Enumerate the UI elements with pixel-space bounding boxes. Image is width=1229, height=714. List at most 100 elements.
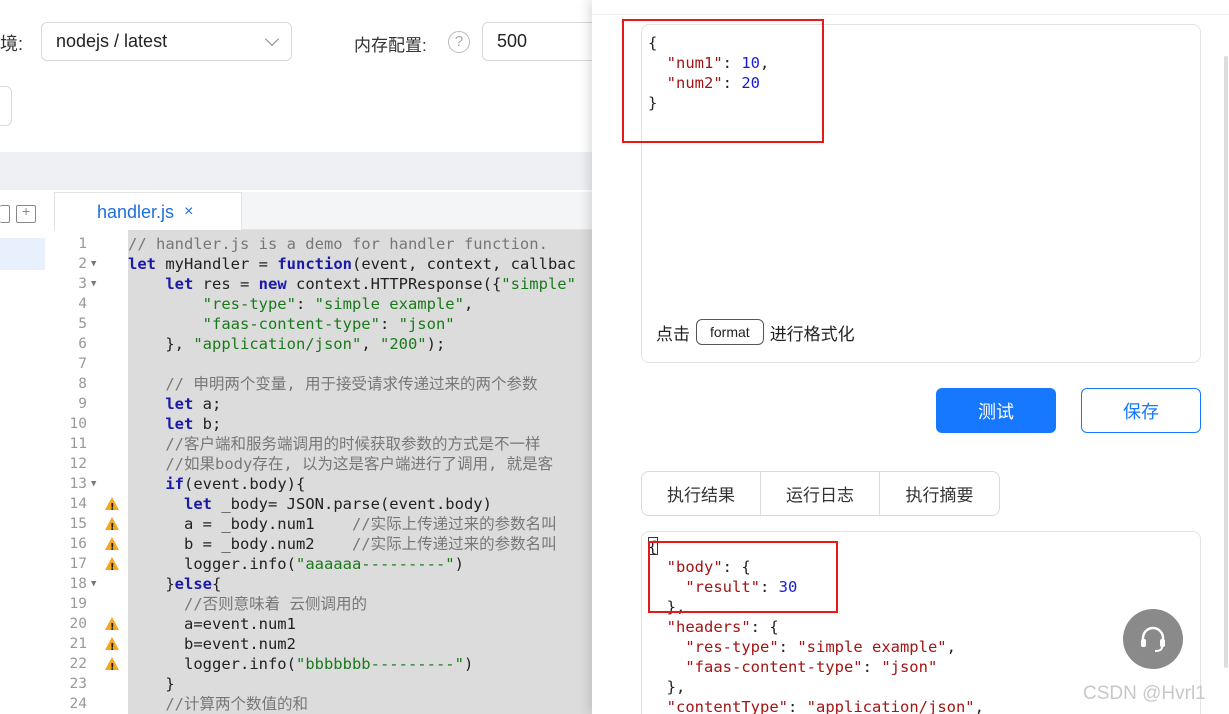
line-number: 9: [78, 396, 87, 412]
new-folder-icon[interactable]: [16, 203, 36, 223]
code-line[interactable]: 14 let _body= JSON.parse(event.body): [54, 494, 592, 518]
line-number: 8: [78, 376, 87, 392]
warning-icon[interactable]: [105, 657, 119, 678]
code-text: logger.info("aaaaaa---------"): [128, 555, 464, 573]
warning-icon[interactable]: [105, 517, 119, 538]
watermark: CSDN @Hvrl1: [1083, 683, 1206, 704]
code-line[interactable]: 11 //客户端和服务端调用的时候获取参数的方式是不一样: [54, 434, 592, 454]
code-line[interactable]: 24 //计算两个数值的和: [54, 694, 592, 714]
line-number: 19: [69, 596, 87, 612]
format-hint: 点击 format 进行格式化: [656, 319, 855, 345]
save-button[interactable]: 保存: [1081, 388, 1201, 433]
line-number: 18: [69, 576, 87, 592]
file-actions: [0, 203, 36, 223]
code-line[interactable]: 16 b = _body.num2 //实际上传递过来的参数名叫: [54, 534, 592, 558]
code-line[interactable]: 5 "faas-content-type": "json": [54, 314, 592, 334]
code-line[interactable]: 23 }: [54, 674, 592, 694]
highlight-box-result: [648, 541, 838, 613]
code-line[interactable]: 2 ▼ let myHandler = function(event, contex…: [54, 254, 592, 274]
editor-tab-strip: handler.js ×: [54, 192, 592, 231]
code-line[interactable]: 17 logger.info("aaaaaa---------"): [54, 554, 592, 578]
line-number: 11: [69, 436, 87, 452]
code-line[interactable]: 15 a = _body.num1 //实际上传递过来的参数名叫: [54, 514, 592, 538]
code-text: let _body= JSON.parse(event.body): [184, 495, 492, 513]
code-line[interactable]: 12 //如果body存在, 以为这是客户端进行了调用, 就是客: [54, 454, 592, 474]
code-line[interactable]: 20 a=event.num1: [54, 614, 592, 638]
code-line[interactable]: 1 // handler.js is a demo for handler fun…: [54, 234, 592, 254]
code-text: b=event.num2: [128, 635, 296, 653]
format-prefix: 点击: [656, 324, 690, 344]
code-text: }, "application/json", "200");: [128, 335, 446, 353]
runtime-select-value: nodejs / latest: [56, 31, 168, 51]
config-input-partial[interactable]: [0, 86, 12, 126]
fold-toggle-icon[interactable]: ▼: [91, 274, 96, 294]
new-file-icon[interactable]: [0, 205, 10, 223]
test-drawer: { "num1": 10, "num2": 20 } 点击 format 进行格…: [592, 0, 1229, 714]
code-text: b = _body.num2 //实际上传递过来的参数名叫: [128, 535, 557, 553]
format-suffix: 进行格式化: [769, 324, 855, 344]
code-line[interactable]: 4 "res-type": "simple example",: [54, 294, 592, 314]
close-icon[interactable]: ×: [184, 203, 193, 221]
tab-result[interactable]: 执行结果: [642, 472, 761, 515]
code-line[interactable]: 8 // 申明两个变量, 用于接受请求传递过来的两个参数: [54, 374, 592, 394]
code-text: //否则意味着 云侧调用的: [184, 595, 367, 613]
code-line[interactable]: 3 ▼ let res = new context.HTTPResponse({"…: [54, 274, 592, 294]
code-text: // 申明两个变量, 用于接受请求传递过来的两个参数: [165, 375, 538, 393]
code-text: if(event.body){: [165, 475, 306, 493]
warning-icon[interactable]: [105, 557, 119, 578]
line-number: 14: [69, 496, 87, 512]
code-line[interactable]: 13 ▼ if(event.body){: [54, 474, 592, 494]
line-number: 5: [78, 316, 87, 332]
code-line[interactable]: 21 b=event.num2: [54, 634, 592, 658]
tab-run-log[interactable]: 运行日志: [761, 472, 880, 515]
highlight-box-request: [622, 19, 824, 143]
code-text: let res = new context.HTTPResponse({"sim…: [165, 275, 576, 293]
code-line[interactable]: 22 logger.info("bbbbbbb---------"): [54, 654, 592, 678]
code-text: a=event.num1: [128, 615, 296, 633]
code-line[interactable]: 7: [54, 354, 592, 374]
warning-icon[interactable]: [105, 497, 119, 518]
code-line[interactable]: 19 //否则意味着 云侧调用的: [54, 594, 592, 614]
request-json-editor[interactable]: { "num1": 10, "num2": 20 }: [622, 19, 1201, 363]
fold-toggle-icon[interactable]: ▼: [91, 254, 96, 274]
line-number: 7: [78, 356, 87, 372]
warning-icon[interactable]: [105, 617, 119, 638]
test-button[interactable]: 测试: [936, 388, 1056, 433]
line-number: 13: [69, 476, 87, 492]
code-line[interactable]: 10 let b;: [54, 414, 592, 434]
line-number: 23: [69, 676, 87, 692]
chevron-down-icon: [264, 31, 280, 46]
line-number: 22: [69, 656, 87, 672]
runtime-select[interactable]: nodejs / latest: [41, 22, 292, 61]
line-number: 20: [69, 616, 87, 632]
runtime-env-label: 境:: [0, 34, 24, 54]
file-tree-selected-item[interactable]: [0, 238, 45, 270]
memory-label: 内存配置:: [354, 36, 427, 55]
fold-toggle-icon[interactable]: ▼: [91, 574, 96, 594]
tab-summary[interactable]: 执行摘要: [880, 472, 999, 515]
code-line[interactable]: 18 ▼ }else{: [54, 574, 592, 594]
fold-toggle-icon[interactable]: ▼: [91, 474, 96, 494]
code-text: "faas-content-type": "json": [202, 315, 455, 333]
code-text: logger.info("bbbbbbb---------"): [128, 655, 474, 673]
headset-icon[interactable]: [1123, 609, 1183, 669]
memory-input[interactable]: 500: [482, 22, 602, 61]
line-number: 1: [78, 236, 87, 252]
line-number: 24: [69, 696, 87, 712]
format-button[interactable]: format: [696, 319, 764, 345]
drawer-scrollbar[interactable]: [1224, 56, 1228, 668]
code-text: //客户端和服务端调用的时候获取参数的方式是不一样: [165, 435, 541, 453]
warning-icon[interactable]: [105, 637, 119, 658]
tab-handler-js[interactable]: handler.js ×: [54, 192, 242, 231]
line-number: 17: [69, 556, 87, 572]
line-number: 21: [69, 636, 87, 652]
code-line[interactable]: 9 let a;: [54, 394, 592, 414]
line-number: 3: [78, 276, 87, 292]
help-icon[interactable]: ?: [448, 31, 470, 53]
warning-icon[interactable]: [105, 537, 119, 558]
line-number: 15: [69, 516, 87, 532]
code-line[interactable]: 6 }, "application/json", "200");: [54, 334, 592, 354]
code-editor[interactable]: 1 // handler.js is a demo for handler fun…: [54, 230, 592, 714]
code-text: }: [128, 675, 175, 693]
code-text: }else{: [128, 575, 222, 593]
